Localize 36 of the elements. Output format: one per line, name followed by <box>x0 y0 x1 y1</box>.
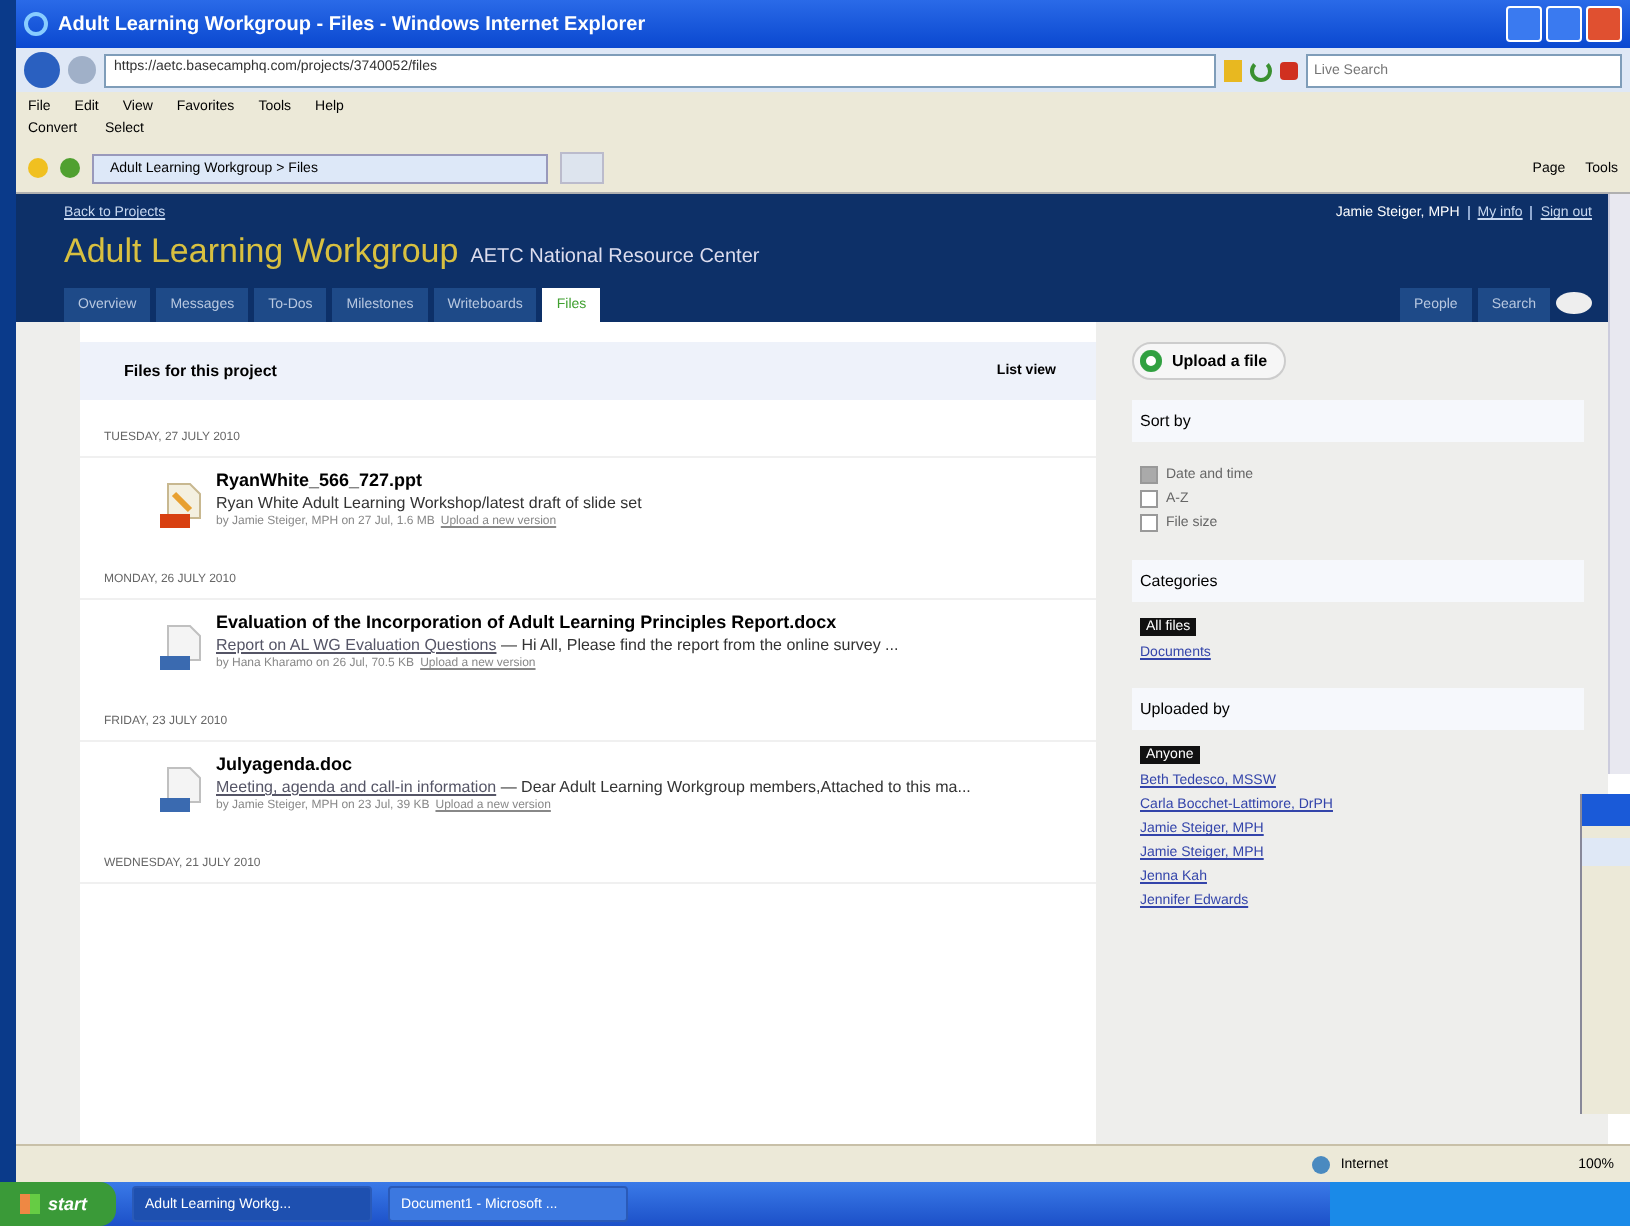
stop-icon[interactable] <box>1280 61 1298 79</box>
presentation-file-icon <box>160 482 204 530</box>
section-heading: Sort by <box>1132 400 1584 442</box>
refresh-icon[interactable] <box>1250 59 1272 81</box>
message-link[interactable]: Report on AL WG Evaluation Questions <box>216 636 497 654</box>
files-heading: Files for this project <box>124 362 277 380</box>
close-button[interactable] <box>1586 6 1622 42</box>
company-name: AETC National Resource Center <box>470 246 760 268</box>
file-name[interactable]: Julyagenda.doc <box>216 754 971 774</box>
browser-icon <box>24 12 48 36</box>
maximize-button[interactable] <box>1546 6 1582 42</box>
new-tab-button[interactable] <box>560 152 604 184</box>
back-button[interactable] <box>24 52 60 88</box>
file-description: Ryan White Adult Learning Workshop/latest draft of slide set <box>216 494 642 512</box>
file-description: — Dear Adult Learning Workgroup members,Attached to this ma... <box>500 778 971 796</box>
lock-icon <box>1224 59 1242 81</box>
message-link[interactable]: Meeting, agenda and call-in information <box>216 778 497 796</box>
window-title: Adult Learning Workgroup - Files - Windows Internet Explorer <box>58 13 646 35</box>
file-description: — Hi All, Please find the report from the online survey ... <box>500 636 899 654</box>
document-file-icon <box>160 766 204 814</box>
document-file-icon <box>160 624 204 672</box>
section-heading: Categories <box>1132 560 1584 602</box>
section-heading: Uploaded by <box>1132 688 1584 730</box>
upload-button[interactable]: Upload a file <box>1132 342 1286 380</box>
scrollbar[interactable] <box>1608 194 1630 774</box>
minimize-button[interactable] <box>1506 6 1542 42</box>
forward-button[interactable] <box>68 56 96 84</box>
file-name[interactable]: RyanWhite_566_727.ppt <box>216 470 642 490</box>
file-name[interactable]: Evaluation of the Incorporation of Adult Learning Principles Report.docx <box>216 612 899 632</box>
windows-flag-icon <box>20 1194 40 1214</box>
globe-icon <box>1312 1155 1331 1173</box>
radio-button[interactable] <box>1140 514 1158 532</box>
radio-button[interactable] <box>1140 466 1158 484</box>
start-button[interactable]: start <box>0 1182 116 1226</box>
radio-button[interactable] <box>1140 490 1158 508</box>
project-title: Adult Learning Workgroup <box>64 232 459 272</box>
